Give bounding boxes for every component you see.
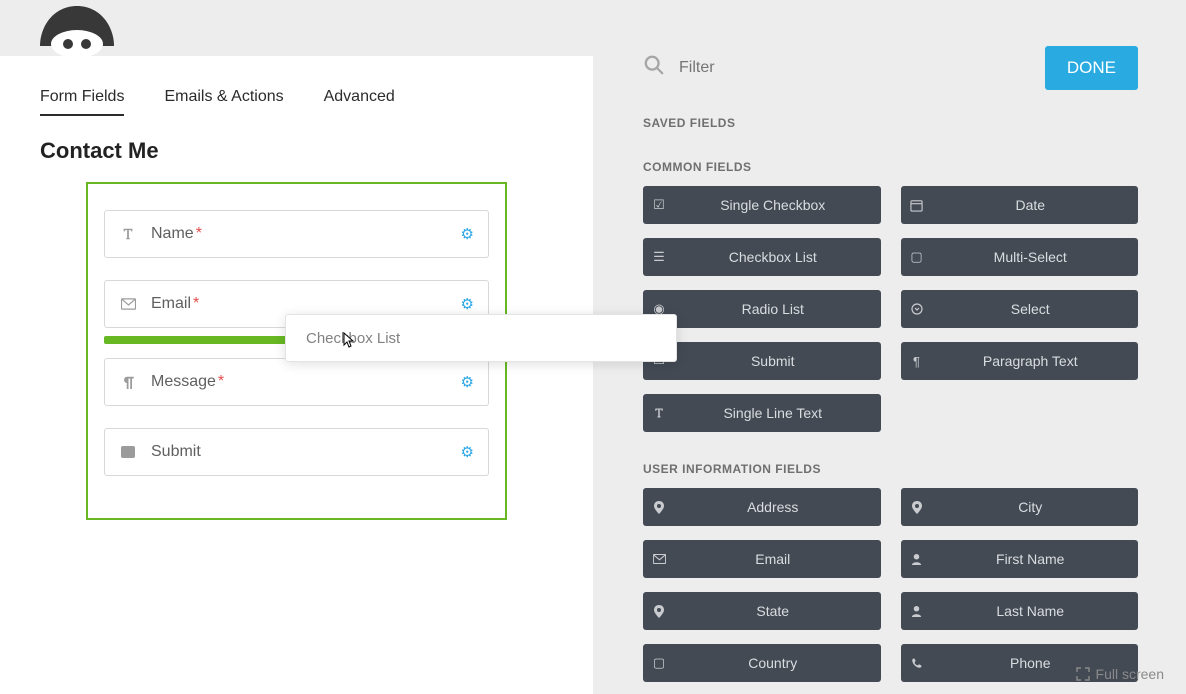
form-builder-panel: Form Fields Emails & Actions Advanced Co… xyxy=(0,56,593,694)
gear-icon[interactable]: ⚙ xyxy=(461,443,474,461)
list-icon: ☰ xyxy=(643,238,675,276)
palette-multi-select[interactable]: ▢Multi-Select xyxy=(901,238,1139,276)
user-icon xyxy=(901,540,933,578)
tabs: Form Fields Emails & Actions Advanced xyxy=(0,56,593,116)
palette-checkbox-list[interactable]: ☰Checkbox List xyxy=(643,238,881,276)
field-palette-panel: DONE SAVED FIELDS COMMON FIELDS ☑Single … xyxy=(593,0,1186,694)
email-icon xyxy=(643,540,675,578)
square-icon: ▢ xyxy=(643,644,675,682)
cursor-icon xyxy=(340,332,356,355)
field-label: Name* xyxy=(151,225,461,243)
field-name[interactable]: Name* ⚙ xyxy=(104,210,489,258)
palette-city[interactable]: City xyxy=(901,488,1139,526)
calendar-icon xyxy=(901,186,933,224)
search-icon xyxy=(643,54,665,82)
done-button[interactable]: DONE xyxy=(1045,46,1138,90)
text-icon xyxy=(643,394,675,432)
tab-advanced[interactable]: Advanced xyxy=(324,88,395,116)
field-label: Submit xyxy=(151,443,461,461)
userinfo-fields-grid: Address City Email First Name State Last… xyxy=(643,488,1138,682)
palette-first-name[interactable]: First Name xyxy=(901,540,1139,578)
palette-date[interactable]: Date xyxy=(901,186,1139,224)
gear-icon[interactable]: ⚙ xyxy=(461,225,474,243)
fullscreen-button[interactable]: Full screen xyxy=(1076,666,1164,682)
palette-radio-list[interactable]: ◉Radio List xyxy=(643,290,881,328)
ninja-logo xyxy=(24,0,130,56)
button-icon xyxy=(119,443,137,461)
section-saved-fields: SAVED FIELDS xyxy=(643,116,1138,130)
palette-email[interactable]: Email xyxy=(643,540,881,578)
field-label: Email* xyxy=(151,295,461,313)
paragraph-icon: ¶ xyxy=(901,342,933,380)
palette-select[interactable]: Select xyxy=(901,290,1139,328)
square-icon: ▢ xyxy=(901,238,933,276)
field-label: Message* xyxy=(151,373,461,391)
tab-emails-actions[interactable]: Emails & Actions xyxy=(164,88,283,116)
palette-address[interactable]: Address xyxy=(643,488,881,526)
pin-icon xyxy=(901,488,933,526)
palette-single-checkbox[interactable]: ☑Single Checkbox xyxy=(643,186,881,224)
form-canvas[interactable]: Name* ⚙ Email* ⚙ Message* ⚙ Submit ⚙ Che… xyxy=(86,182,507,520)
tab-form-fields[interactable]: Form Fields xyxy=(40,88,124,116)
chevron-down-icon xyxy=(901,290,933,328)
palette-paragraph-text[interactable]: ¶Paragraph Text xyxy=(901,342,1139,380)
field-submit[interactable]: Submit ⚙ xyxy=(104,428,489,476)
text-icon xyxy=(119,225,137,243)
section-user-info-fields: USER INFORMATION FIELDS xyxy=(643,462,1138,476)
palette-submit[interactable]: ▭Submit xyxy=(643,342,881,380)
palette-last-name[interactable]: Last Name xyxy=(901,592,1139,630)
palette-single-line-text[interactable]: Single Line Text xyxy=(643,394,881,432)
palette-header: DONE xyxy=(643,46,1138,90)
paragraph-icon xyxy=(119,373,137,391)
gear-icon[interactable]: ⚙ xyxy=(461,373,474,391)
form-title: Contact Me xyxy=(0,116,593,182)
common-fields-grid: ☑Single Checkbox Date ☰Checkbox List ▢Mu… xyxy=(643,186,1138,432)
field-message[interactable]: Message* ⚙ xyxy=(104,358,489,406)
user-icon xyxy=(901,592,933,630)
filter-input[interactable] xyxy=(679,59,1045,77)
palette-country[interactable]: ▢Country xyxy=(643,644,881,682)
palette-state[interactable]: State xyxy=(643,592,881,630)
checkbox-icon: ☑ xyxy=(643,186,675,224)
phone-icon xyxy=(901,644,933,682)
pin-icon xyxy=(643,488,675,526)
pin-icon xyxy=(643,592,675,630)
section-common-fields: COMMON FIELDS xyxy=(643,160,1138,174)
email-icon xyxy=(119,295,137,313)
gear-icon[interactable]: ⚙ xyxy=(461,295,474,313)
